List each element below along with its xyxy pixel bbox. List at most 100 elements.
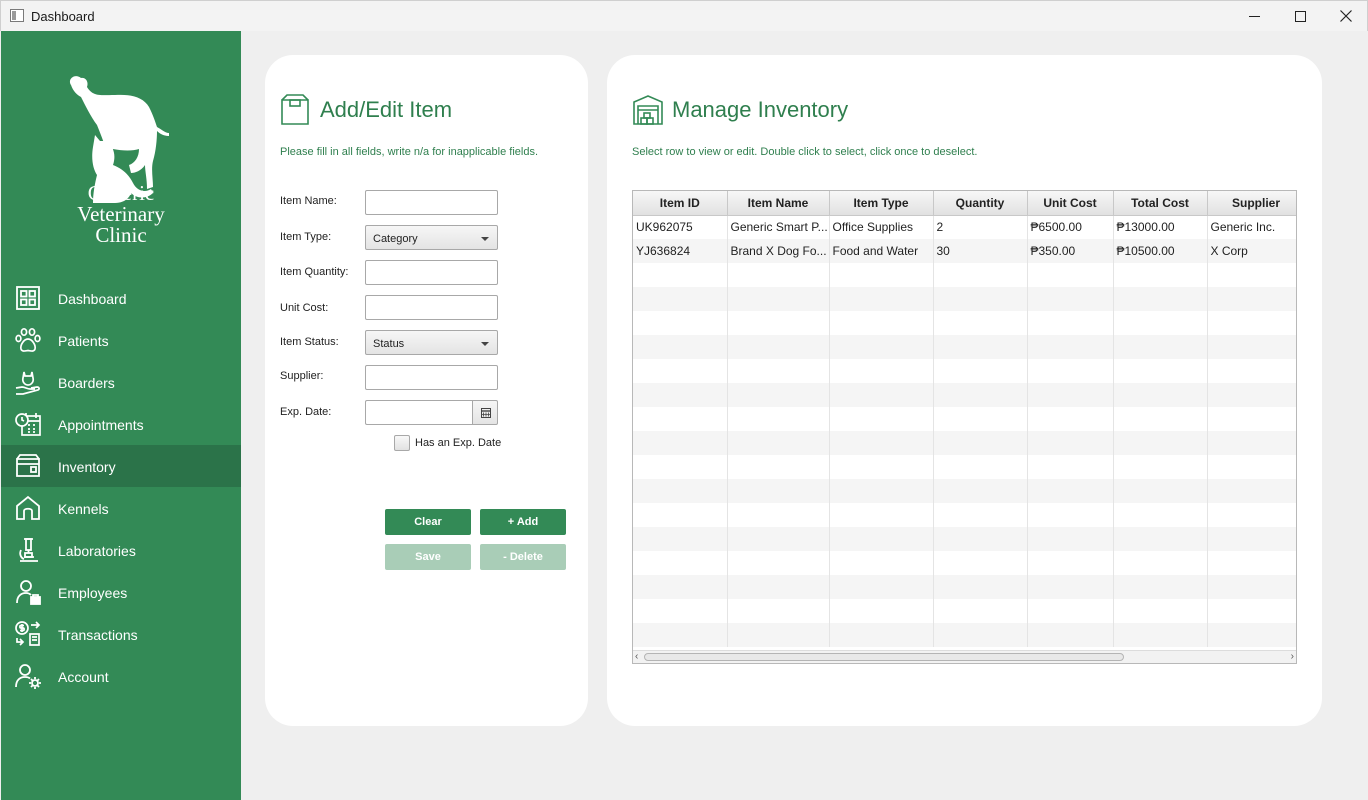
table-row-empty xyxy=(633,311,1296,335)
employee-icon xyxy=(16,580,41,605)
table-row-empty xyxy=(633,263,1296,287)
calendar-button[interactable] xyxy=(472,400,498,425)
sidebar-item-dashboard[interactable]: Dashboard xyxy=(1,277,241,319)
scroll-right-icon[interactable]: › xyxy=(1291,651,1294,663)
table-cell xyxy=(633,551,728,575)
table-row-empty xyxy=(633,479,1296,503)
table-cell xyxy=(1113,479,1208,503)
sidebar-item-boarders[interactable]: Boarders xyxy=(1,361,241,403)
sidebar-item-employees[interactable]: Employees xyxy=(1,571,241,613)
sidebar-item-label: Inventory xyxy=(58,459,116,475)
sidebar-item-transactions[interactable]: Transactions xyxy=(1,613,241,655)
table-cell xyxy=(1027,623,1114,647)
item-name-input[interactable] xyxy=(365,190,498,215)
table-cell xyxy=(1027,263,1114,287)
has-exp-date-checkbox[interactable] xyxy=(394,435,410,451)
table-cell: ₱6500.00 xyxy=(1027,215,1114,239)
clinic-name-line3: Clinic xyxy=(95,223,147,247)
table-row-empty xyxy=(633,383,1296,407)
table-cell xyxy=(829,359,934,383)
table-cell: YJ636824 xyxy=(633,239,728,263)
table-cell: Generic Smart P... xyxy=(727,215,830,239)
table-cell xyxy=(633,575,728,599)
table-row-empty xyxy=(633,407,1296,431)
table-row-empty xyxy=(633,527,1296,551)
scrollbar-thumb[interactable] xyxy=(644,653,1124,661)
table-cell xyxy=(1207,407,1296,431)
sidebar-item-appointments[interactable]: Appointments xyxy=(1,403,241,445)
add-button[interactable]: + Add xyxy=(480,509,566,535)
table-row-empty xyxy=(633,503,1296,527)
delete-button[interactable]: - Delete xyxy=(480,544,566,570)
sidebar-item-account[interactable]: Account xyxy=(1,655,241,697)
supplier-input[interactable] xyxy=(365,365,498,390)
clinic-name-line2: Veterinary xyxy=(77,202,165,226)
inventory-box-icon xyxy=(16,454,40,477)
item-type-select[interactable]: Category xyxy=(365,225,498,250)
table-cell xyxy=(727,503,830,527)
sidebar-item-label: Account xyxy=(58,669,109,685)
column-header-item-name[interactable]: Item Name xyxy=(727,191,830,216)
minimize-button[interactable] xyxy=(1231,1,1277,31)
sidebar-item-kennels[interactable]: Kennels xyxy=(1,487,241,529)
unit-cost-input[interactable] xyxy=(365,295,498,320)
table-cell xyxy=(829,263,934,287)
sidebar-item-inventory[interactable]: Inventory xyxy=(1,445,241,487)
table-cell: 2 xyxy=(933,215,1028,239)
column-header-unit-cost[interactable]: Unit Cost xyxy=(1027,191,1114,216)
table-cell xyxy=(829,479,934,503)
scroll-left-icon[interactable]: ‹ xyxy=(635,651,638,663)
table-cell xyxy=(727,551,830,575)
table-cell xyxy=(1113,335,1208,359)
table-cell xyxy=(727,383,830,407)
item-quantity-input[interactable] xyxy=(365,260,498,285)
exp-date-input[interactable] xyxy=(365,400,473,425)
table-cell xyxy=(1207,383,1296,407)
clear-button[interactable]: Clear xyxy=(385,509,471,535)
table-cell xyxy=(727,263,830,287)
inventory-table[interactable]: Item ID Item Name Item Type Quantity Uni… xyxy=(632,190,1297,664)
table-header-row: Item ID Item Name Item Type Quantity Uni… xyxy=(633,191,1296,216)
table-row[interactable]: UK962075 Generic Smart P... Office Suppl… xyxy=(633,215,1296,239)
table-cell: Food and Water xyxy=(829,239,934,263)
sidebar-item-label: Boarders xyxy=(58,375,115,391)
column-header-supplier[interactable]: Supplier xyxy=(1207,191,1296,216)
column-header-quantity[interactable]: Quantity xyxy=(933,191,1028,216)
clinic-name: Generic Veterinary Clinic xyxy=(1,183,241,246)
table-cell: Office Supplies xyxy=(829,215,934,239)
sidebar-item-laboratories[interactable]: Laboratories xyxy=(1,529,241,571)
item-quantity-label: Item Quantity: xyxy=(280,266,349,278)
has-exp-date-label: Has an Exp. Date xyxy=(415,437,502,449)
dashboard-icon xyxy=(16,286,40,310)
sidebar-item-label: Dashboard xyxy=(58,291,127,307)
horizontal-scrollbar[interactable]: ‹ › xyxy=(633,650,1296,663)
maximize-button[interactable] xyxy=(1277,1,1323,31)
item-name-label: Item Name: xyxy=(280,195,337,207)
table-cell xyxy=(1113,503,1208,527)
table-row[interactable]: YJ636824 Brand X Dog Fo... Food and Wate… xyxy=(633,239,1296,263)
title-bar: Dashboard xyxy=(0,0,1368,31)
sidebar-item-label: Kennels xyxy=(58,501,109,517)
window-title: Dashboard xyxy=(31,9,95,24)
table-cell xyxy=(1113,287,1208,311)
item-status-select[interactable]: Status xyxy=(365,330,498,355)
table-cell xyxy=(1207,455,1296,479)
table-cell xyxy=(1113,455,1208,479)
column-header-total-cost[interactable]: Total Cost xyxy=(1113,191,1208,216)
table-cell xyxy=(933,455,1028,479)
table-cell xyxy=(933,407,1028,431)
column-header-item-type[interactable]: Item Type xyxy=(829,191,934,216)
sidebar-item-label: Transactions xyxy=(58,627,138,643)
close-button[interactable] xyxy=(1323,1,1368,31)
table-cell xyxy=(633,431,728,455)
save-button[interactable]: Save xyxy=(385,544,471,570)
table-cell xyxy=(829,599,934,623)
column-header-item-id[interactable]: Item ID xyxy=(633,191,728,216)
table-cell xyxy=(727,479,830,503)
table-cell xyxy=(633,503,728,527)
sidebar-item-patients[interactable]: Patients xyxy=(1,319,241,361)
item-status-value: Status xyxy=(373,338,405,350)
manage-inventory-panel: Manage Inventory Select row to view or e… xyxy=(607,55,1322,726)
table-cell: UK962075 xyxy=(633,215,728,239)
table-cell xyxy=(829,311,934,335)
